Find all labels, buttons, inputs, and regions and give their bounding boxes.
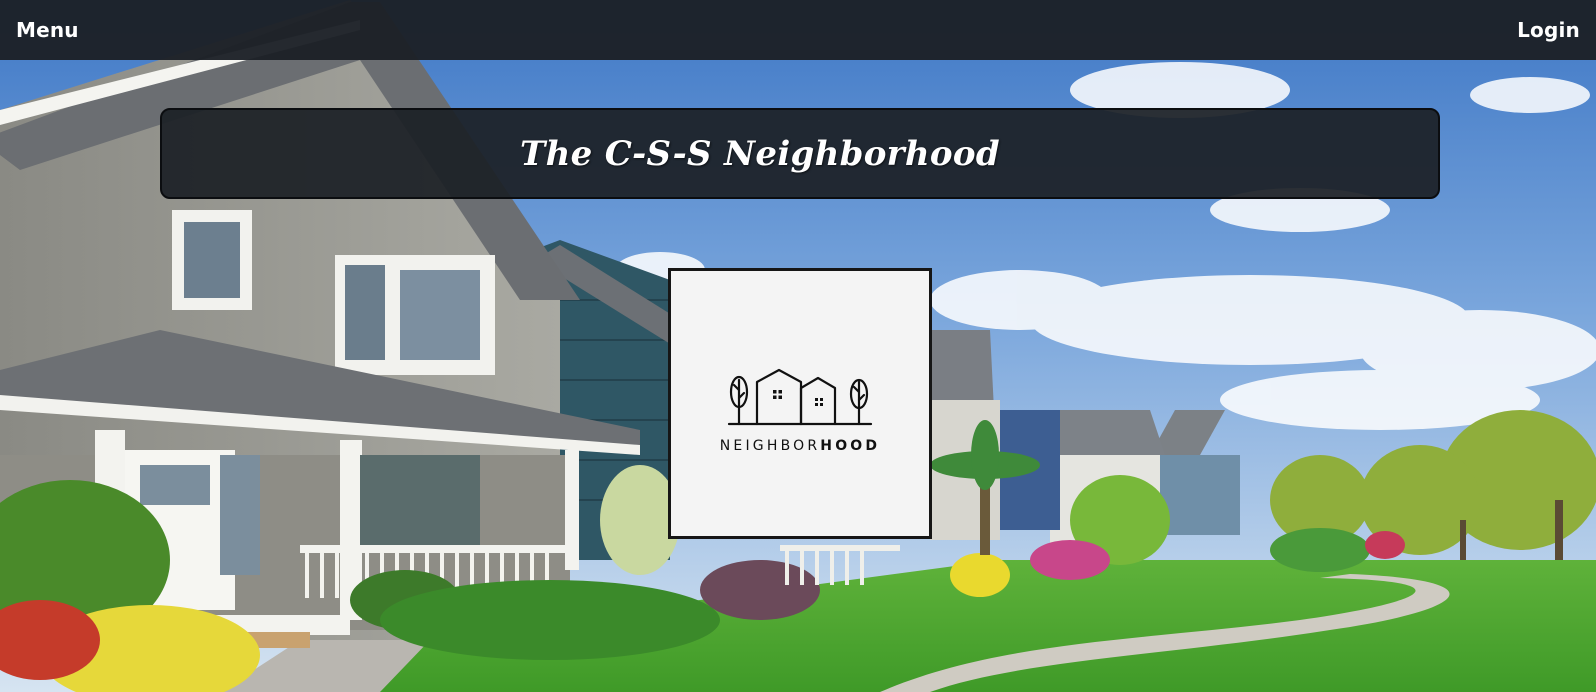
login-link[interactable]: Login [1517,18,1580,42]
logo-wordmark: NEIGHBORHOOD [720,438,880,454]
page-title: The C-S-S Neighborhood [520,133,1000,174]
logo-text-bold: HOOD [820,437,881,454]
neighborhood-houses-icon [727,368,873,425]
logo-card: NEIGHBORHOOD [668,268,932,539]
logo-text-light: NEIGHBOR [719,437,821,454]
menu-link[interactable]: Menu [16,18,79,42]
top-nav-bar: Menu Login [0,0,1596,60]
title-banner: The C-S-S Neighborhood [160,108,1440,199]
